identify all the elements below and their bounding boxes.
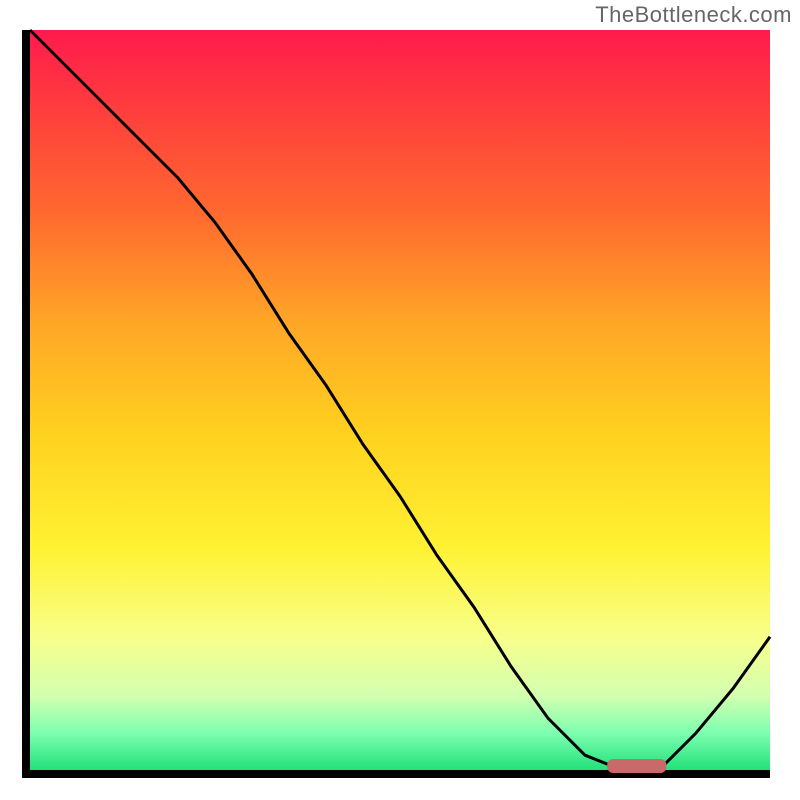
chart-canvas: TheBottleneck.com (0, 0, 800, 800)
watermark: TheBottleneck.com (595, 2, 792, 28)
min-marker (607, 759, 666, 773)
chart-svg (0, 0, 800, 800)
